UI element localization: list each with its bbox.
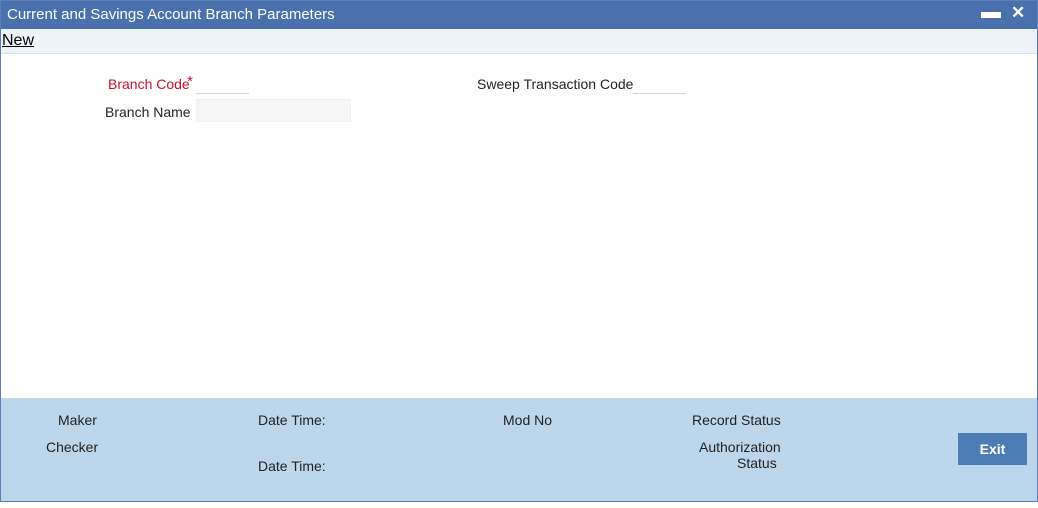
branch-code-label: Branch Code (108, 76, 190, 92)
branch-parameters-window: Current and Savings Account Branch Param… (0, 0, 1038, 502)
maker-label: Maker (58, 412, 97, 428)
close-icon[interactable]: ✕ (1011, 3, 1025, 23)
mod-no-label: Mod No (503, 412, 553, 428)
record-status-label: Record Status (692, 412, 781, 428)
branch-name-field (196, 99, 351, 122)
checker-label: Checker (46, 439, 99, 455)
minimize-icon[interactable]: ▬ (981, 2, 1001, 22)
branch-code-input[interactable] (196, 73, 249, 94)
toolbar: New (1, 29, 1037, 54)
title-bar[interactable]: Current and Savings Account Branch Param… (1, 1, 1037, 29)
checker-date-time-label: Date Time: (258, 458, 326, 474)
required-asterisk: * (187, 73, 193, 90)
sweep-transaction-code-input[interactable] (633, 73, 686, 94)
audit-footer: Maker Checker Date Time: Date Time: Mod … (1, 398, 1037, 501)
maker-date-time-label: Date Time: (258, 412, 326, 428)
window-title: Current and Savings Account Branch Param… (7, 6, 335, 23)
branch-name-label: Branch Name (105, 104, 191, 120)
authorization-status-label: Authorization (699, 439, 781, 455)
authorization-status-label-line2: Status (737, 455, 777, 471)
new-link[interactable]: New (2, 32, 34, 50)
exit-button[interactable]: Exit (958, 433, 1027, 465)
sweep-transaction-code-label: Sweep Transaction Code (477, 76, 634, 92)
